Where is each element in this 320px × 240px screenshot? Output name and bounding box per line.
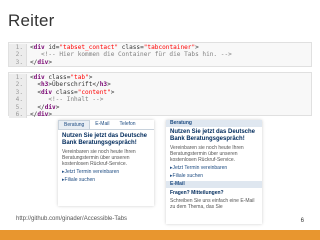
code-token: id= bbox=[44, 44, 60, 51]
code-token: </ bbox=[30, 103, 45, 111]
page-number: 6 bbox=[300, 218, 304, 224]
code-token: "content" bbox=[77, 88, 111, 96]
footer-accent-bar bbox=[0, 230, 320, 240]
tab-email[interactable]: E-Mail bbox=[90, 120, 114, 129]
section-description: Vereinbaren sie noch heute Ihren Beratun… bbox=[170, 145, 244, 163]
line-number: 2. bbox=[9, 81, 27, 89]
code-token: > bbox=[55, 103, 60, 111]
code-line: 5. </div > bbox=[9, 103, 311, 111]
code-line: 3. </div > bbox=[9, 58, 311, 67]
code-token: class= bbox=[52, 88, 78, 96]
line-number: 6. bbox=[9, 110, 27, 119]
code-token: >Überschrift</ bbox=[48, 81, 100, 89]
code-token: div bbox=[33, 74, 45, 81]
code-token: div bbox=[33, 44, 45, 51]
code-token: div bbox=[44, 103, 56, 111]
link-filiale[interactable]: Filiale suchen bbox=[62, 177, 150, 183]
code-line: 6. </div > bbox=[9, 110, 311, 119]
link-termin[interactable]: Jetzt Termin vereinbaren bbox=[62, 169, 150, 175]
footer-url[interactable]: http://github.com/ginader/Accessible-Tab… bbox=[16, 216, 127, 222]
code-line: 2. <!-- Hier kommen die Container für di… bbox=[9, 51, 311, 59]
line-number: 2. bbox=[9, 51, 27, 59]
section-head-email: E-Mail bbox=[166, 181, 262, 188]
line-number: 5. bbox=[9, 103, 27, 111]
line-number: 1. bbox=[9, 44, 27, 52]
code-token: div bbox=[41, 88, 53, 96]
code-token: > bbox=[48, 110, 53, 118]
tab-panel: Nutzen Sie jetzt das Deutsche Bank Berat… bbox=[58, 130, 154, 186]
line-number: 3. bbox=[9, 88, 27, 97]
code-line: 1. < div id= "tabset_contact" class= "tabcon… bbox=[9, 44, 311, 52]
tab-bar: Beratung E-Mail Telefon bbox=[58, 120, 154, 130]
code-block-container-markup: 1. < div id= "tabset_contact" class= "tabcon… bbox=[8, 42, 312, 67]
link-termin-linear[interactable]: Jetzt Termin vereinbaren bbox=[170, 165, 258, 171]
code-token: > bbox=[48, 58, 53, 66]
section-beratung: Nutzen Sie jetzt das Deutsche Bank Berat… bbox=[166, 127, 262, 181]
screenshot-linear-view: Beratung Nutzen Sie jetzt das Deutsche B… bbox=[166, 120, 262, 224]
line-number: 3. bbox=[9, 58, 27, 67]
slide-title: Reiter bbox=[8, 11, 55, 30]
code-token: div bbox=[37, 58, 49, 66]
panel-heading: Nutzen Sie jetzt das Deutsche Bank Berat… bbox=[62, 133, 148, 146]
tab-beratung[interactable]: Beratung bbox=[58, 120, 91, 129]
email-heading: Fragen? Mitteilungen? bbox=[170, 190, 224, 196]
code-line: 2. < h3 >Überschrift</h3 > bbox=[9, 81, 311, 89]
code-token: > bbox=[107, 81, 111, 89]
section-email: Fragen? Mitteilungen? Schreiben Sie uns … bbox=[166, 188, 262, 212]
line-number: 4. bbox=[9, 96, 27, 104]
link-filiale-linear[interactable]: Filiale suchen bbox=[170, 173, 258, 179]
code-token: h3 bbox=[41, 81, 49, 89]
code-token: h3 bbox=[99, 81, 108, 89]
code-token: > bbox=[110, 88, 115, 96]
code-block-tab-markup: 1. < div class= "tab" >2. < h3 >Überschrift</h… bbox=[8, 72, 312, 119]
section-head-beratung: Beratung bbox=[166, 120, 262, 127]
code-token: <!-- Inhalt --> bbox=[30, 96, 104, 104]
code-token: < bbox=[30, 81, 42, 89]
code-token: "tabcontainer" bbox=[143, 44, 196, 51]
email-text: Schreiben Sie uns einfach eine E-Mail zu… bbox=[170, 198, 255, 210]
code-token: <!-- Hier kommen die Container für die T… bbox=[30, 51, 232, 59]
code-token: > bbox=[195, 44, 199, 51]
code-token: class= bbox=[118, 44, 144, 51]
line-number: 1. bbox=[9, 74, 27, 82]
code-token: </ bbox=[30, 110, 38, 118]
panel-description: Vereinbaren sie noch heute Ihren Beratun… bbox=[62, 149, 136, 167]
code-token: div bbox=[37, 110, 49, 118]
code-token: "tabset_contact" bbox=[59, 44, 119, 51]
code-line: 4. <!-- Inhalt --> bbox=[9, 96, 311, 104]
code-token: </ bbox=[30, 58, 38, 66]
code-line: 3. < div class= "content" > bbox=[9, 88, 311, 97]
section-heading: Nutzen Sie jetzt das Deutsche Bank Berat… bbox=[170, 129, 256, 142]
screenshot-tabbed-view: Beratung E-Mail Telefon Nutzen Sie jetzt… bbox=[58, 120, 154, 206]
code-token: < bbox=[30, 88, 42, 96]
tab-telefon[interactable]: Telefon bbox=[114, 120, 140, 129]
